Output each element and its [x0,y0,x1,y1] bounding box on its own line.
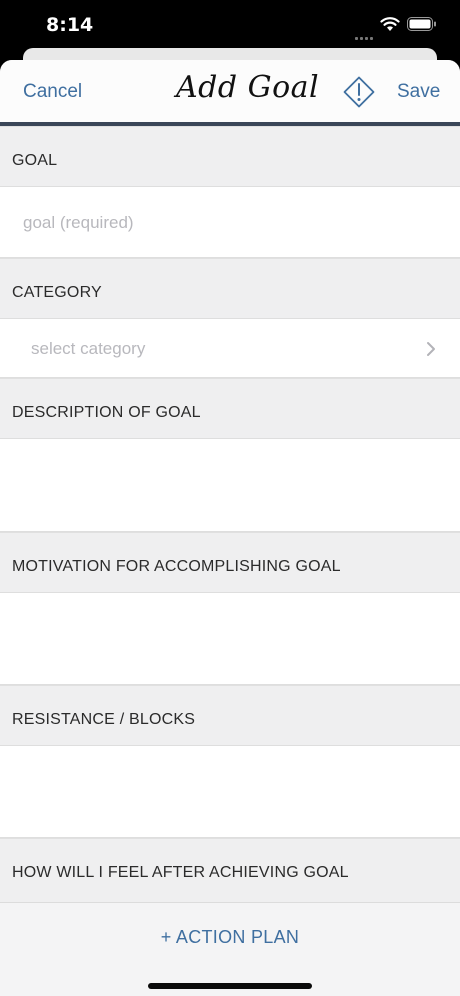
category-select-row[interactable]: select category [0,318,460,378]
description-section-header: DESCRIPTION OF GOAL [0,378,460,439]
cancel-button[interactable]: Cancel [23,81,82,103]
motivation-section-header: MOTIVATION FOR ACCOMPLISHING GOAL [0,532,460,593]
goal-placeholder: goal (required) [23,213,134,232]
add-goal-sheet: Cancel Add Goal Save GOAL goal (required… [0,60,460,996]
category-section-header: CATEGORY [0,258,460,319]
goal-field[interactable]: goal (required) [0,186,460,258]
resistance-field[interactable] [0,745,460,838]
goal-section-header: GOAL [0,126,460,187]
action-bar: + ACTION PLAN [0,902,460,996]
status-bar: 8:14 [0,0,460,48]
chevron-right-icon [427,342,435,356]
feeling-section-header: HOW WILL I FEEL AFTER ACHIEVING GOAL [0,838,460,899]
wifi-icon [380,17,400,31]
alert-diamond-icon[interactable] [343,76,375,108]
battery-icon [407,17,436,31]
page-title: Add Goal [176,70,320,105]
resistance-section-header: RESISTANCE / BLOCKS [0,685,460,746]
motivation-field[interactable] [0,592,460,685]
resistance-header-label: RESISTANCE / BLOCKS [12,711,196,728]
add-action-plan-button[interactable]: + ACTION PLAN [0,927,460,948]
description-field[interactable] [0,438,460,532]
description-header-label: DESCRIPTION OF GOAL [12,404,201,421]
status-time: 8:14 [46,14,94,36]
save-button[interactable]: Save [397,81,440,103]
category-placeholder: select category [31,339,146,358]
signal-icon [355,27,375,40]
home-indicator [148,983,312,989]
motivation-header-label: MOTIVATION FOR ACCOMPLISHING GOAL [12,558,341,575]
category-header-label: CATEGORY [12,284,102,301]
goal-header-label: GOAL [12,152,58,169]
feeling-header-label: HOW WILL I FEEL AFTER ACHIEVING GOAL [12,864,349,881]
navigation-bar: Cancel Add Goal Save [0,60,460,126]
